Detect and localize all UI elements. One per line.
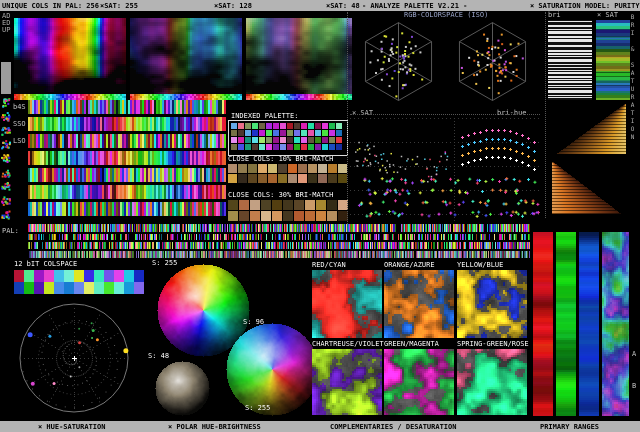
pal-label: PAL: xyxy=(2,227,19,235)
comp-map-spring-green-rose xyxy=(457,349,527,415)
sat-48-toggle[interactable]: ×SAT: 48 xyxy=(326,2,360,10)
top-bar: UNIQUE COLS IN PAL: 256 ×SAT: 255 ×SAT: … xyxy=(0,0,640,11)
bri-hue-title: bri-hue xyxy=(497,109,527,117)
comp-map-green-magenta xyxy=(384,349,454,415)
indexed-palette-grid xyxy=(230,122,344,152)
divider-vertical-right xyxy=(545,12,546,218)
bri-saturation-vertical-label: BRI & SATURATION xyxy=(629,14,635,219)
close-cols-30-swatches xyxy=(228,200,348,221)
rgb-colorspace-iso-plot xyxy=(352,18,540,102)
comp-title-yellow-blue: YELLOW/BLUE xyxy=(457,261,503,269)
close-cols-30-title: CLOSE COLS: 30% BRI-MATCH xyxy=(228,191,333,199)
primary-axis-b: B xyxy=(632,382,636,390)
saturation-stripes xyxy=(596,20,630,100)
indexed-palette-title: INDEXED PALETTE: xyxy=(231,112,298,120)
comp-title-green-magenta: GREEN/MAGENTA xyxy=(384,340,439,348)
colspace-12bit-grid xyxy=(14,270,144,294)
sat-bri-hue-scatter xyxy=(350,118,542,222)
close-cols-10-title: CLOSE COLS: 10% BRI-MATCH xyxy=(228,155,333,163)
toolbar-icons[interactable] xyxy=(1,98,12,224)
comp-map-chartreuse-violet xyxy=(312,349,382,415)
hue-saturation-polar-plot xyxy=(8,298,142,416)
primary-axis-a: A xyxy=(632,350,636,358)
divider-horizontal xyxy=(350,114,540,115)
bottom-bar: × HUE-SATURATION × POLAR HUE-BRIGHTNESS … xyxy=(0,421,640,432)
sphere-label-48: S: 48 xyxy=(148,352,169,360)
comp-map-yellow-blue xyxy=(457,270,527,338)
polar-hue-brightness-toggle[interactable]: × POLAR HUE-BRIGHTNESS xyxy=(168,423,261,431)
comp-title-chartreuse-violet: CHARTREUSE/VIOLET xyxy=(312,340,384,348)
sat-scatter-title: × SAT xyxy=(352,109,373,117)
hue-brightness-sphere-96 xyxy=(224,321,320,417)
up-button[interactable]: UP xyxy=(2,26,10,34)
bri-sat-wedges xyxy=(548,104,630,216)
hue-brightness-sphere-48 xyxy=(153,360,211,416)
saturation-model-toggle[interactable]: × SATURATION MODEL: PURITY xyxy=(530,2,640,10)
sort-label-b4s: b4S xyxy=(13,103,26,111)
brightness-stripes xyxy=(548,20,592,100)
comp-map-red-cyan xyxy=(312,270,382,338)
divider-vertical-left xyxy=(347,12,348,224)
primary-ranges-plot xyxy=(533,232,629,416)
primary-ranges-label: PRIMARY RANGES xyxy=(540,423,599,431)
close-cols-10-swatches xyxy=(228,164,348,185)
hue-sat-map-128 xyxy=(130,18,242,100)
comp-title-spring-green-rose: SPRING-GREEN/ROSE xyxy=(457,340,529,348)
hue-sat-map-255 xyxy=(14,18,126,100)
analyze-palette-app: UNIQUE COLS IN PAL: 256 ×SAT: 255 ×SAT: … xyxy=(0,0,640,432)
palette-tick-band xyxy=(28,224,530,258)
comp-map-orange-azure xyxy=(384,270,454,338)
sphere-label-bottom: S: 255 xyxy=(245,404,270,412)
complementaries-label: COMPLEMENTARIES / DESATURATION xyxy=(330,423,456,431)
hue-sat-map-48 xyxy=(246,18,358,100)
sat-column-title: × SAT xyxy=(597,11,618,19)
sat-255-toggle[interactable]: ×SAT: 255 xyxy=(100,2,138,10)
bri-column-title: bri xyxy=(548,11,561,19)
sorted-palette-bands xyxy=(28,100,226,219)
unique-cols-label: UNIQUE COLS IN PAL: 256 xyxy=(2,2,99,10)
sat-128-toggle[interactable]: ×SAT: 128 xyxy=(214,2,252,10)
toolbar-swatch xyxy=(1,62,11,94)
hue-saturation-toggle[interactable]: × HUE-SATURATION xyxy=(38,423,105,431)
comp-title-orange-azure: ORANGE/AZURE xyxy=(384,261,435,269)
comp-title-red-cyan: RED/CYAN xyxy=(312,261,346,269)
sort-label-sso: SSO xyxy=(13,120,26,128)
colspace-title: 12 bIT COLSPACE xyxy=(14,260,77,268)
sort-label-lso: LSO xyxy=(13,137,26,145)
app-title: - ANALYZE PALETTE V2.21 - xyxy=(362,2,467,10)
